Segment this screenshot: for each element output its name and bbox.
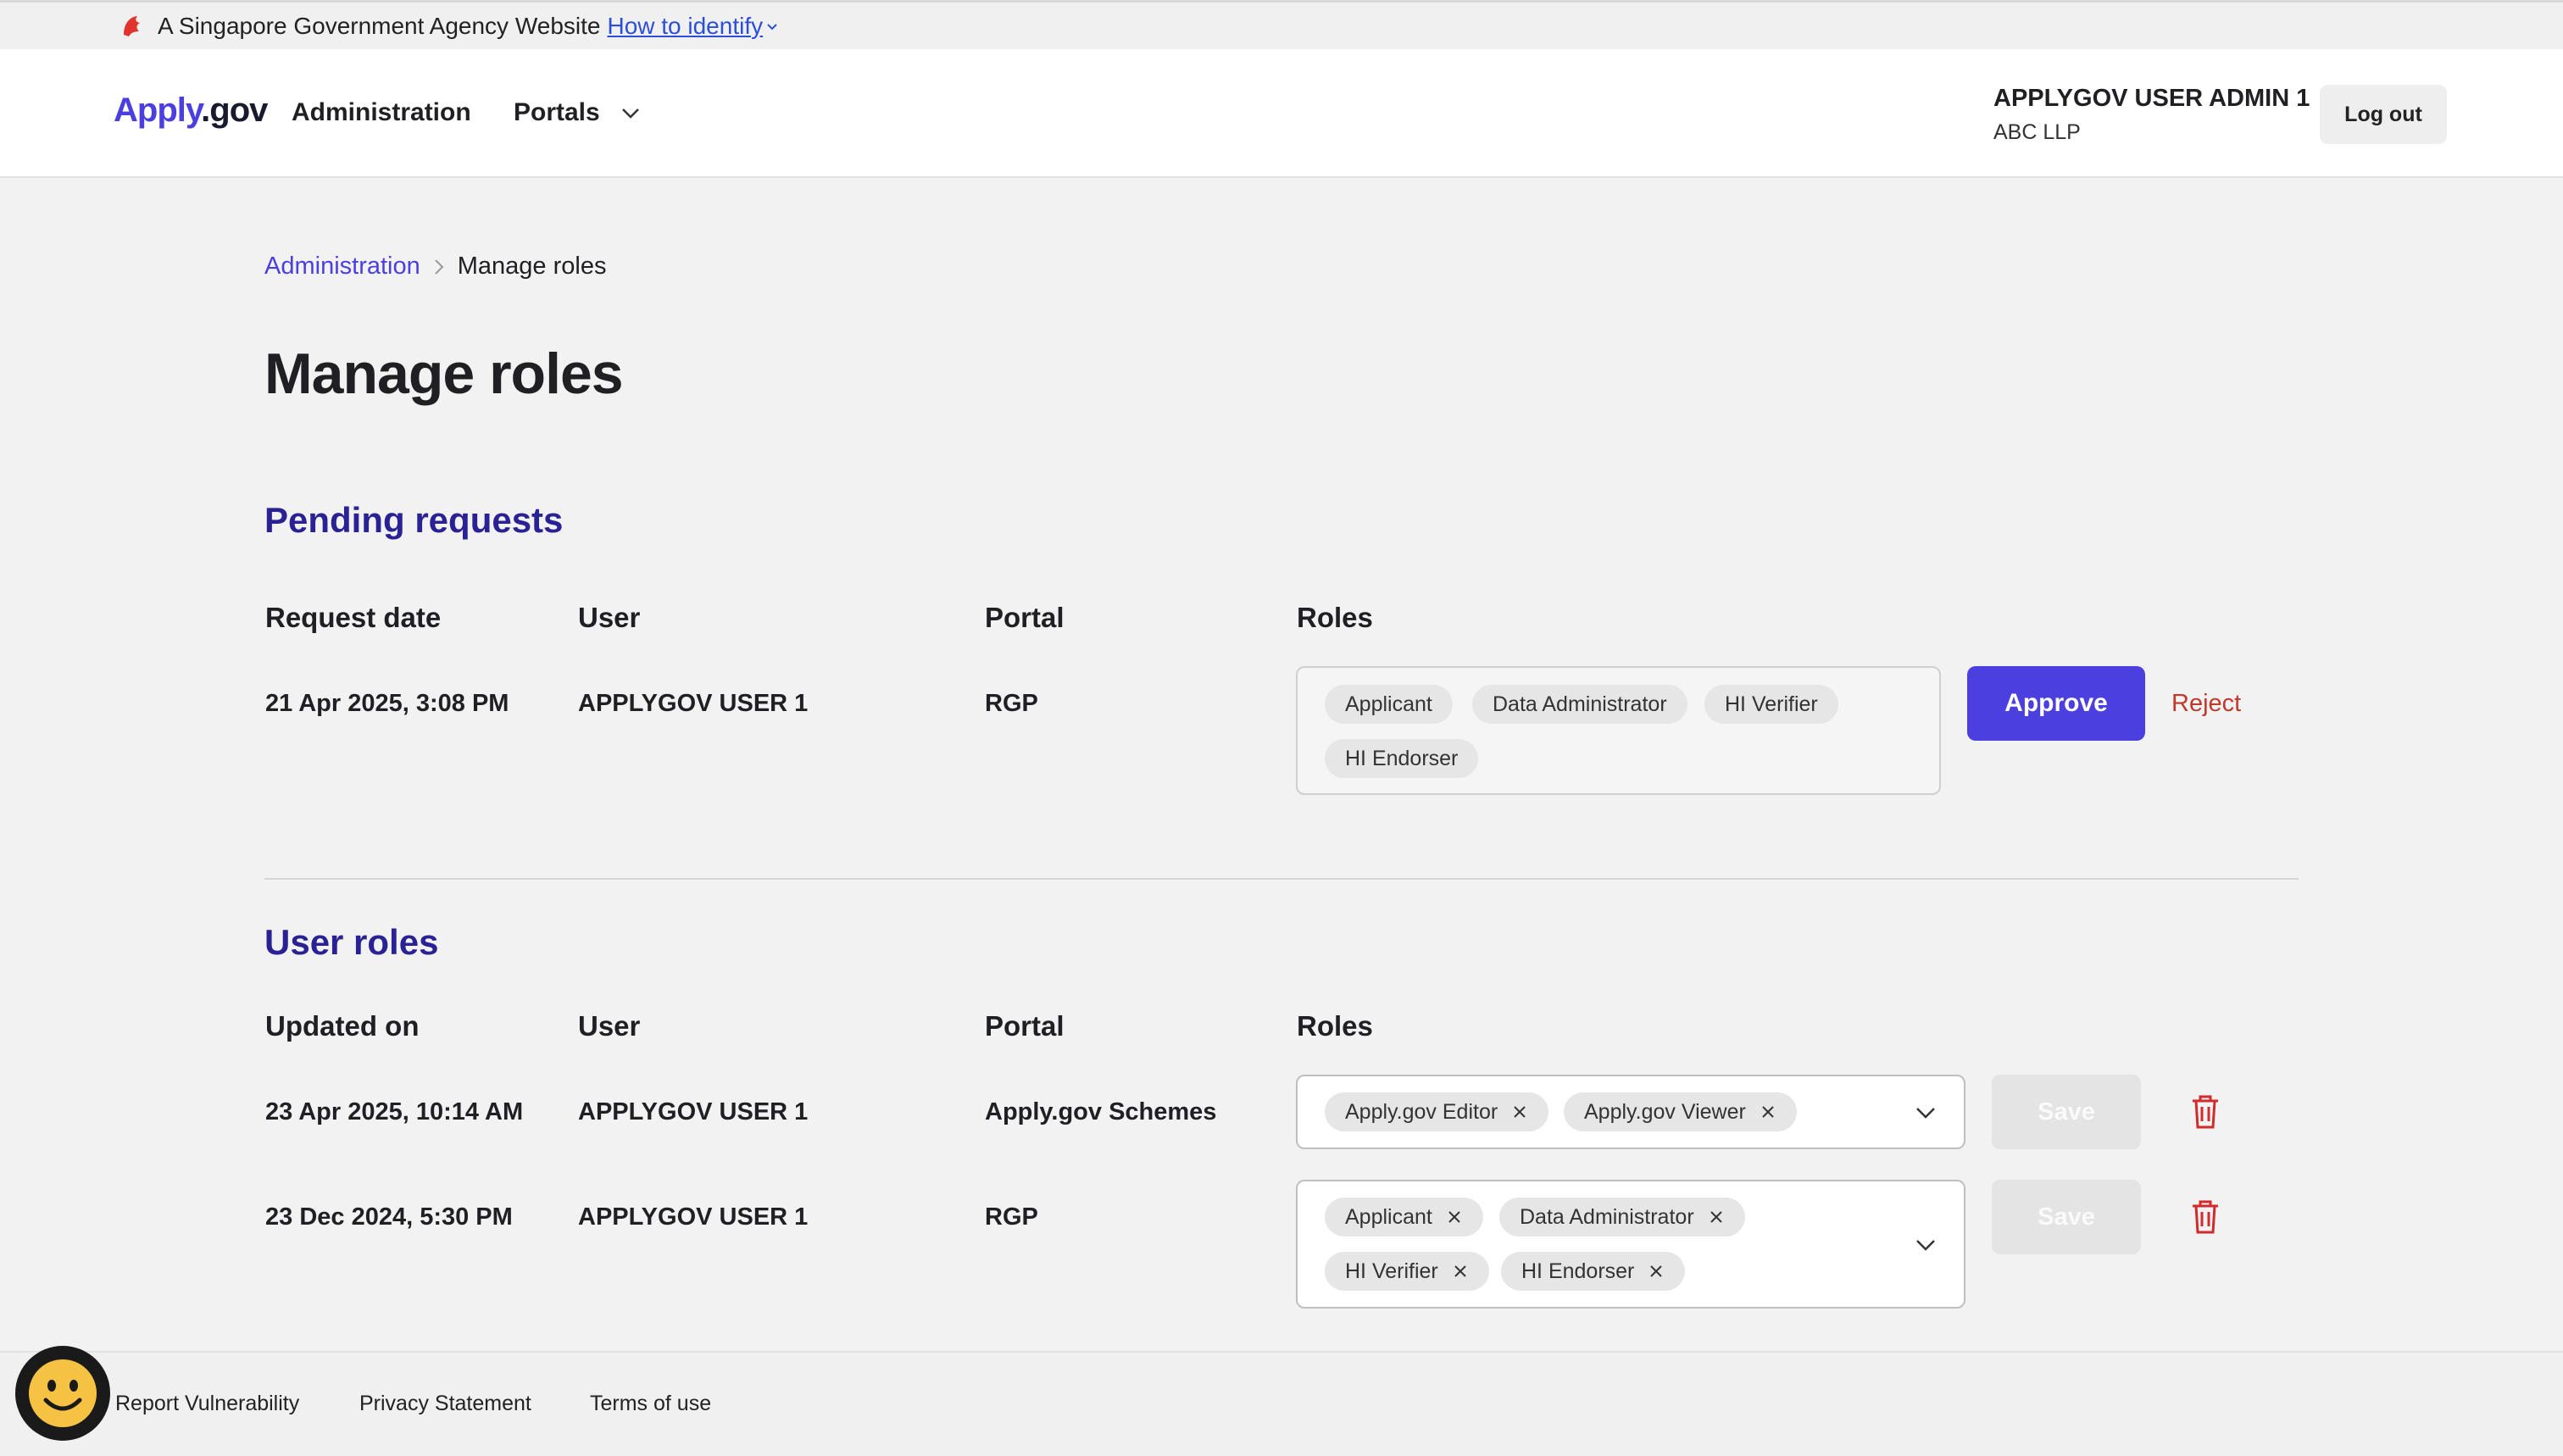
role-chip-label: Apply.gov Viewer xyxy=(1584,1099,1746,1124)
role-chip: HI Endorser xyxy=(1501,1252,1686,1291)
role-chip-label: Apply.gov Editor xyxy=(1345,1099,1498,1124)
column-header-request-date: Request date xyxy=(265,602,442,633)
save-button[interactable]: Save xyxy=(1992,1180,2141,1254)
row-portal: Apply.gov Schemes xyxy=(985,1098,1217,1125)
close-icon[interactable] xyxy=(1760,1103,1776,1120)
close-icon[interactable] xyxy=(1648,1263,1665,1280)
logo-text-gov: .gov xyxy=(201,92,268,129)
column-header-roles: Roles xyxy=(1297,602,1373,633)
gov-masthead: A Singapore Government Agency Website Ho… xyxy=(0,0,2563,49)
trash-icon[interactable] xyxy=(2190,1093,2221,1131)
request-user: APPLYGOV USER 1 xyxy=(578,690,809,717)
chevron-down-icon[interactable] xyxy=(764,19,780,34)
row-portal: RGP xyxy=(985,1203,1038,1231)
masthead-text: A Singapore Government Agency Website xyxy=(158,12,601,39)
section-divider xyxy=(264,878,2299,880)
trash-icon[interactable] xyxy=(2190,1198,2221,1236)
smiley-face-icon[interactable] xyxy=(15,1346,110,1441)
role-chip: Applicant xyxy=(1325,1198,1483,1236)
role-chip: Data Administrator xyxy=(1499,1198,1745,1236)
role-chip: Apply.gov Editor xyxy=(1325,1092,1549,1131)
site-footer: Report Vulnerability Privacy Statement T… xyxy=(0,1351,2563,1456)
role-chip-label: Applicant xyxy=(1345,1204,1432,1229)
lion-head-icon xyxy=(119,13,146,40)
column-header-user: User xyxy=(578,1010,641,1042)
user-organisation: ABC LLP xyxy=(1993,120,2081,144)
nav-portals-label: Portals xyxy=(514,98,600,126)
footer-link-privacy-statement[interactable]: Privacy Statement xyxy=(359,1392,531,1416)
user-roles-heading: User roles xyxy=(264,922,439,962)
chevron-down-icon[interactable] xyxy=(1913,1100,1938,1125)
close-icon[interactable] xyxy=(1452,1263,1469,1280)
close-icon[interactable] xyxy=(1446,1209,1463,1225)
roles-select[interactable]: Apply.gov Editor Apply.gov Viewer xyxy=(1296,1075,1965,1149)
site-header: Apply.gov Administration Portals APPLYGO… xyxy=(0,49,2563,178)
roles-select[interactable]: Applicant Data Administrator HI Verifier… xyxy=(1296,1180,1965,1309)
nav-portals[interactable]: Portals xyxy=(514,98,642,127)
role-chip-label: Data Administrator xyxy=(1520,1204,1694,1229)
role-chip: HI Verifier xyxy=(1325,1252,1489,1291)
row-user: APPLYGOV USER 1 xyxy=(578,1203,809,1231)
role-chip: Apply.gov Viewer xyxy=(1564,1092,1797,1131)
role-chip: Data Administrator xyxy=(1472,685,1687,724)
pending-requests-heading: Pending requests xyxy=(264,500,564,540)
role-chip: HI Verifier xyxy=(1704,685,1838,724)
applygov-logo[interactable]: Apply.gov xyxy=(114,92,268,130)
chevron-right-icon xyxy=(431,257,448,277)
column-header-updated-on: Updated on xyxy=(265,1010,420,1042)
how-to-identify-link[interactable]: How to identify xyxy=(607,13,763,40)
nav-administration[interactable]: Administration xyxy=(292,98,471,127)
breadcrumb: Administration Manage roles xyxy=(264,253,606,281)
column-header-portal: Portal xyxy=(985,1010,1065,1042)
chevron-down-icon[interactable] xyxy=(1913,1232,1938,1258)
chevron-down-icon xyxy=(621,108,639,119)
role-chip: HI Endorser xyxy=(1325,739,1479,778)
breadcrumb-current: Manage roles xyxy=(457,253,607,280)
request-portal: RGP xyxy=(985,690,1038,717)
close-icon[interactable] xyxy=(1708,1209,1725,1225)
request-date: 21 Apr 2025, 3:08 PM xyxy=(265,690,509,717)
page-title: Manage roles xyxy=(264,342,624,406)
close-icon[interactable] xyxy=(1511,1103,1528,1120)
column-header-roles: Roles xyxy=(1297,1010,1373,1042)
updated-on: 23 Apr 2025, 10:14 AM xyxy=(265,1098,524,1125)
user-name: APPLYGOV USER ADMIN 1 xyxy=(1993,85,2310,112)
column-header-portal: Portal xyxy=(985,602,1065,633)
updated-on: 23 Dec 2024, 5:30 PM xyxy=(265,1203,513,1231)
role-chip-label: HI Endorser xyxy=(1521,1259,1635,1283)
footer-link-report-vulnerability[interactable]: Report Vulnerability xyxy=(115,1392,299,1416)
row-user: APPLYGOV USER 1 xyxy=(578,1098,809,1125)
approve-button[interactable]: Approve xyxy=(1967,666,2145,741)
role-chip: Applicant xyxy=(1325,685,1453,724)
breadcrumb-administration[interactable]: Administration xyxy=(264,253,420,281)
save-button[interactable]: Save xyxy=(1992,1075,2141,1149)
logo-text-apply: Apply xyxy=(114,92,202,129)
column-header-user: User xyxy=(578,602,641,633)
pending-roles-box: Applicant Data Administrator HI Verifier… xyxy=(1296,666,1941,795)
logout-button[interactable]: Log out xyxy=(2320,85,2447,144)
reject-button[interactable]: Reject xyxy=(2171,690,2241,718)
footer-link-terms-of-use[interactable]: Terms of use xyxy=(590,1392,711,1416)
role-chip-label: HI Verifier xyxy=(1345,1259,1438,1283)
